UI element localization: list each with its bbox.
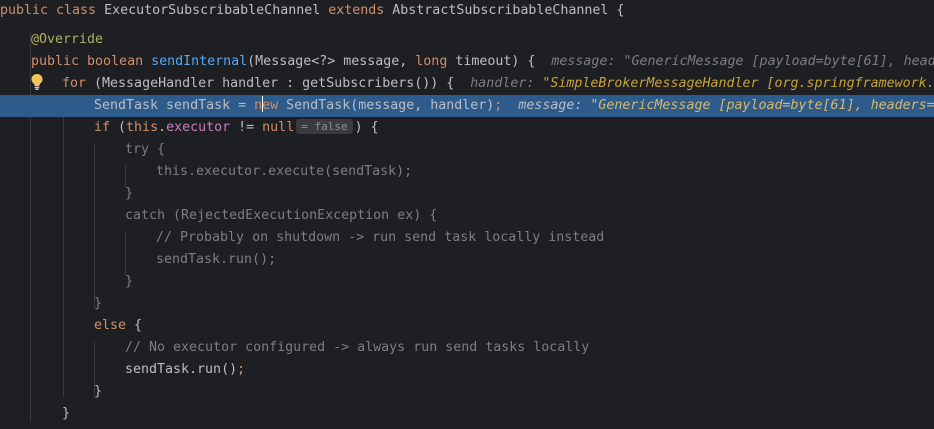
code-line[interactable]: public boolean sendInternal(Message<?> m… bbox=[0, 51, 934, 73]
code-token: // No executor configured -> always run … bbox=[125, 340, 590, 355]
code-text: // No executor configured -> always run … bbox=[125, 337, 589, 359]
code-text: catch (RejectedExecutionException ex) { bbox=[125, 205, 437, 227]
code-token: { bbox=[134, 318, 143, 333]
code-line[interactable]: this.executor.execute(sendTask); bbox=[0, 161, 934, 183]
code-line[interactable]: for (MessageHandler handler : getSubscri… bbox=[0, 73, 934, 95]
code-token: ; bbox=[237, 362, 246, 377]
code-token: catch (RejectedExecutionException ex) { bbox=[125, 208, 438, 223]
code-text: else { bbox=[94, 315, 142, 337]
code-text: try { bbox=[125, 139, 165, 161]
code-line[interactable]: try { bbox=[0, 139, 934, 161]
code-token: (MessageHandler handler : getSubscribers… bbox=[94, 76, 471, 91]
code-line[interactable]: // Probably on shutdown -> run send task… bbox=[0, 227, 934, 249]
code-token: public boolean bbox=[31, 54, 152, 69]
code-line[interactable]: } bbox=[0, 403, 934, 425]
debug-inline-value: handler: bbox=[470, 76, 543, 91]
code-token: ew bbox=[262, 98, 287, 113]
code-editor[interactable]: public class ExecutorSubscribableChannel… bbox=[0, 0, 934, 429]
code-token: else bbox=[94, 318, 135, 333]
debug-inline-value: message: bbox=[502, 98, 591, 113]
code-token: @Override bbox=[31, 32, 104, 47]
code-token: } bbox=[94, 384, 103, 399]
code-text: SendTask sendTask = new SendTask(message… bbox=[94, 95, 934, 117]
code-text: sendTask.run(); bbox=[125, 359, 245, 381]
code-text: @Override bbox=[31, 29, 103, 51]
code-text: } bbox=[62, 403, 70, 425]
code-text: sendTask.run(); bbox=[156, 249, 276, 271]
code-token: if bbox=[94, 120, 119, 135]
code-token: public class bbox=[0, 3, 105, 18]
code-line[interactable]: else { bbox=[0, 315, 934, 337]
debug-inline-value: "GenericMessage [payload=byte[61], heade… bbox=[590, 98, 934, 113]
inlay-value-hint: = false bbox=[296, 119, 353, 134]
current-execution-line[interactable]: SendTask sendTask = new SendTask(message… bbox=[0, 95, 934, 117]
code-line[interactable]: sendTask.run(); bbox=[0, 249, 934, 271]
code-token: AbstractSubscribableChannel { bbox=[392, 3, 625, 18]
code-token: sendTask.run() bbox=[125, 362, 238, 377]
code-line[interactable]: // No executor configured -> always run … bbox=[0, 337, 934, 359]
code-line[interactable]: } bbox=[0, 271, 934, 293]
code-text: if (this.executor != null = false) { bbox=[94, 117, 379, 139]
code-token: this.executor.execute(sendTask); bbox=[156, 164, 413, 179]
code-token: for bbox=[62, 76, 95, 91]
code-token: extends bbox=[328, 3, 393, 18]
code-token: ) { bbox=[354, 120, 379, 135]
code-token: } bbox=[94, 296, 103, 311]
debug-inline-value: "GenericMessage [payload=byte[61], heade… bbox=[623, 54, 934, 69]
code-text: public class ExecutorSubscribableChannel… bbox=[0, 0, 624, 22]
code-text: } bbox=[125, 183, 133, 205]
code-token: // Probably on shutdown -> run send task… bbox=[156, 230, 605, 245]
code-text: public boolean sendInternal(Message<?> m… bbox=[31, 51, 934, 73]
code-text: this.executor.execute(sendTask); bbox=[156, 161, 412, 183]
code-token: try { bbox=[125, 142, 166, 157]
code-token: sendTask.run(); bbox=[156, 252, 277, 267]
code-text: // Probably on shutdown -> run send task… bbox=[156, 227, 604, 249]
code-token: SendTask sendTask = bbox=[94, 98, 255, 113]
code-token: ExecutorSubscribableChannel bbox=[104, 3, 329, 18]
code-text: } bbox=[94, 381, 102, 403]
code-line[interactable]: @Override bbox=[0, 29, 934, 51]
code-token: } bbox=[62, 406, 71, 421]
lightbulb-icon[interactable] bbox=[30, 73, 44, 91]
code-token: this bbox=[126, 120, 159, 135]
code-text: for (MessageHandler handler : getSubscri… bbox=[62, 73, 934, 95]
code-token: (Message<?> message, bbox=[247, 54, 416, 69]
code-token: sendInternal bbox=[151, 54, 248, 69]
code-line[interactable]: catch (RejectedExecutionException ex) { bbox=[0, 205, 934, 227]
code-text: } bbox=[125, 271, 133, 293]
code-token: ( bbox=[118, 120, 127, 135]
code-line[interactable]: } bbox=[0, 183, 934, 205]
code-token: SendTask(message, handler) bbox=[286, 98, 495, 113]
code-token: null bbox=[262, 120, 295, 135]
code-line[interactable]: } bbox=[0, 381, 934, 403]
debug-inline-value: "SimpleBrokerMessageHandler [org.springf… bbox=[542, 76, 934, 91]
code-token: executor bbox=[166, 120, 231, 135]
code-token: timeout) { bbox=[455, 54, 552, 69]
code-token: long bbox=[415, 54, 456, 69]
code-token: != bbox=[230, 120, 263, 135]
code-line[interactable]: sendTask.run(); bbox=[0, 359, 934, 381]
code-token: . bbox=[158, 120, 167, 135]
code-line[interactable]: public class ExecutorSubscribableChannel… bbox=[0, 0, 934, 22]
code-token: } bbox=[125, 274, 134, 289]
code-text: } bbox=[94, 293, 102, 315]
debug-inline-value: message: bbox=[551, 54, 624, 69]
code-token: } bbox=[125, 186, 134, 201]
code-line[interactable]: } bbox=[0, 293, 934, 315]
code-line[interactable]: if (this.executor != null = false) { bbox=[0, 117, 934, 139]
